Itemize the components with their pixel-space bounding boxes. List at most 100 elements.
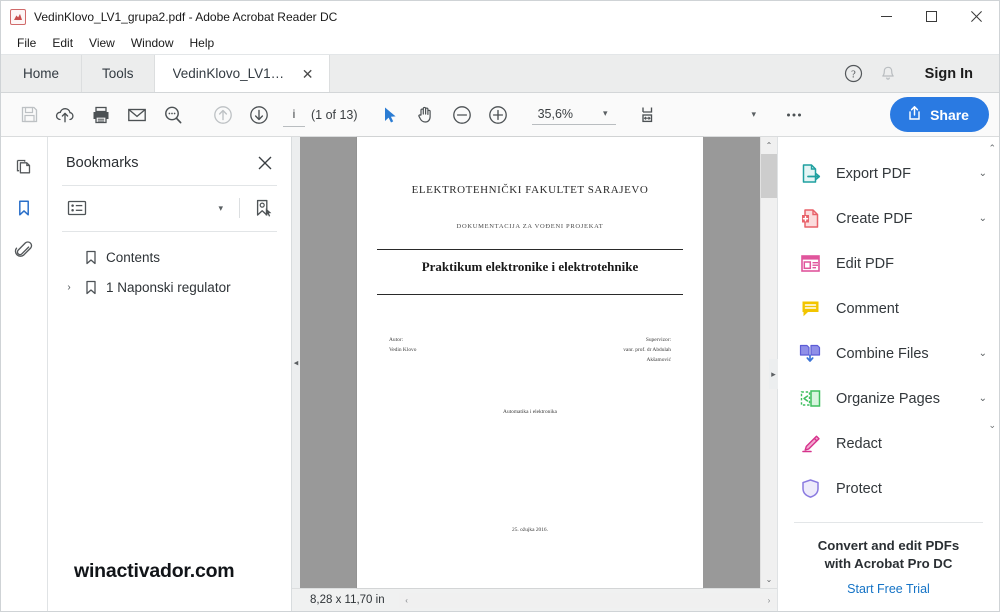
- tab-document[interactable]: VedinKlovo_LV1_gr... ✕: [154, 55, 330, 92]
- page-number-input[interactable]: i: [283, 103, 305, 127]
- export-pdf-icon: [798, 162, 822, 186]
- tab-bar: Home Tools VedinKlovo_LV1_gr... ✕ ? Sign…: [1, 55, 999, 93]
- zoom-out-icon[interactable]: [444, 97, 480, 133]
- help-circle-icon[interactable]: ?: [839, 59, 869, 89]
- pdf-university-heading: ELEKTROTEHNIČKI FAKULTET SARAJEVO: [411, 184, 649, 196]
- tab-close-icon[interactable]: ✕: [299, 65, 317, 83]
- attachment-paperclip-icon[interactable]: [7, 233, 41, 267]
- scroll-left-icon[interactable]: ‹: [399, 593, 415, 608]
- collapse-right-panel-icon[interactable]: ▸: [769, 359, 778, 389]
- page-navigation-group: i (1 of 13): [283, 103, 358, 127]
- tool-comment[interactable]: Comment: [778, 286, 999, 331]
- tools-panel-scroll-down-icon[interactable]: ⌄: [988, 420, 996, 431]
- hand-icon[interactable]: [408, 97, 444, 133]
- scroll-up-icon[interactable]: ⌃: [761, 137, 778, 154]
- bookmarks-toolbar-divider: [239, 198, 240, 218]
- redact-icon: [798, 432, 822, 456]
- share-button-label: Share: [930, 106, 969, 123]
- arrow-up-icon[interactable]: [205, 97, 241, 133]
- zoom-level-combobox[interactable]: 35,6% ▾: [531, 105, 616, 125]
- pdf-department: Automatika i elektronika: [503, 409, 557, 415]
- start-free-trial-link[interactable]: Start Free Trial: [796, 582, 981, 596]
- bookmarks-header: Bookmarks: [48, 137, 291, 185]
- more-options-icon[interactable]: [776, 97, 812, 133]
- tool-combine-files-chevron-down-icon[interactable]: ⌄: [979, 348, 987, 359]
- tool-organize-pages[interactable]: Organize Pages ⌄: [778, 376, 999, 421]
- tool-export-pdf-label: Export PDF: [836, 165, 911, 182]
- bookmark-icon[interactable]: [7, 191, 41, 225]
- bookmark-item-icon: [84, 250, 98, 265]
- tools-panel-scroll-up-icon[interactable]: ⌃: [988, 143, 996, 154]
- list-options-icon[interactable]: [64, 194, 90, 222]
- zoom-chevron-down-icon[interactable]: ▾: [597, 108, 614, 119]
- email-icon[interactable]: [119, 97, 155, 133]
- pdf-people-block: Autor: Vedin Klovo Supervizor: vanr. pro…: [389, 335, 671, 365]
- tools-panel: ▸ ⌃ ⌄ Export PDF ⌄ Create PDF ⌄ Edit PDF…: [769, 137, 999, 611]
- fit-page-chevron-down-icon[interactable]: ▾: [746, 109, 763, 120]
- save-icon[interactable]: [11, 97, 47, 133]
- main-toolbar: i (1 of 13) 35,6% ▾ ▾ Share: [1, 93, 999, 137]
- promo-line-1: Convert and edit PDFs: [817, 538, 960, 553]
- tab-home[interactable]: Home: [1, 55, 83, 92]
- tab-tools-label: Tools: [102, 66, 134, 81]
- tool-combine-files-label: Combine Files: [836, 345, 929, 362]
- share-upload-icon: [907, 105, 922, 124]
- tool-export-pdf[interactable]: Export PDF ⌄: [778, 151, 999, 196]
- tool-create-pdf-label: Create PDF: [836, 210, 913, 227]
- document-horizontal-scrollbar[interactable]: ‹ ›: [398, 592, 777, 608]
- scroll-right-icon[interactable]: ›: [761, 593, 777, 608]
- workspace: Bookmarks ▾ Contents › 1 Naponski regula…: [1, 137, 999, 611]
- tool-export-pdf-chevron-down-icon[interactable]: ⌄: [979, 168, 987, 179]
- menu-file[interactable]: File: [9, 33, 44, 53]
- pdf-date: 25. ožujka 2016.: [512, 527, 548, 533]
- cursor-arrow-icon[interactable]: [372, 97, 408, 133]
- maximize-button[interactable]: [909, 1, 954, 32]
- tab-document-label: VedinKlovo_LV1_gr...: [172, 66, 289, 81]
- tab-tools[interactable]: Tools: [82, 55, 155, 92]
- chevron-right-icon[interactable]: ›: [62, 282, 76, 293]
- bookmark-item-naponski-regulator[interactable]: › 1 Naponski regulator: [48, 272, 291, 302]
- share-button[interactable]: Share: [890, 97, 989, 132]
- sign-in-button[interactable]: Sign In: [913, 62, 985, 86]
- pdf-page[interactable]: ELEKTROTEHNIČKI FAKULTET SARAJEVO DOKUME…: [357, 137, 703, 588]
- tool-edit-pdf-label: Edit PDF: [836, 255, 895, 272]
- bookmark-item-contents[interactable]: Contents: [48, 242, 291, 272]
- menu-window[interactable]: Window: [123, 33, 182, 53]
- arrow-down-icon[interactable]: [241, 97, 277, 133]
- zoom-in-icon[interactable]: [480, 97, 516, 133]
- pdf-subtitle: DOKUMENTACIJA ZA VOĐENI PROJEKAT: [456, 223, 604, 230]
- pdf-supervisor-name-line2: Akšamović: [646, 357, 671, 363]
- left-panel-collapse-strip[interactable]: ◂: [292, 137, 300, 588]
- bookmarks-options-chevron-down-icon[interactable]: ▾: [212, 203, 229, 214]
- menu-view[interactable]: View: [81, 33, 123, 53]
- tab-home-label: Home: [23, 66, 60, 81]
- tool-protect[interactable]: Protect: [778, 466, 999, 511]
- bookmarks-close-icon[interactable]: [253, 151, 277, 175]
- tool-combine-files[interactable]: Combine Files ⌄: [778, 331, 999, 376]
- tool-edit-pdf[interactable]: Edit PDF: [778, 241, 999, 286]
- page-thumbnails-icon[interactable]: [7, 149, 41, 183]
- menu-edit[interactable]: Edit: [44, 33, 81, 53]
- navigation-rail: [1, 137, 48, 611]
- cloud-upload-icon[interactable]: [47, 97, 83, 133]
- search-icon[interactable]: [155, 97, 191, 133]
- collapse-left-panel-icon[interactable]: ◂: [292, 357, 300, 368]
- tool-create-pdf[interactable]: Create PDF ⌄: [778, 196, 999, 241]
- minimize-button[interactable]: [864, 1, 909, 32]
- tool-organize-pages-chevron-down-icon[interactable]: ⌄: [979, 393, 987, 404]
- pdf-page-content: ELEKTROTEHNIČKI FAKULTET SARAJEVO DOKUME…: [357, 137, 703, 533]
- pdf-rule-top: [377, 249, 683, 250]
- tool-create-pdf-chevron-down-icon[interactable]: ⌄: [979, 213, 987, 224]
- scroll-down-icon[interactable]: ⌄: [761, 571, 778, 588]
- print-icon[interactable]: [83, 97, 119, 133]
- new-bookmark-icon[interactable]: [250, 194, 277, 222]
- promo-line-2: with Acrobat Pro DC: [824, 556, 953, 572]
- menu-help[interactable]: Help: [182, 33, 223, 53]
- fit-page-icon[interactable]: [632, 97, 668, 133]
- notification-bell-icon[interactable]: [873, 59, 903, 89]
- tool-redact[interactable]: Redact: [778, 421, 999, 466]
- vertical-scroll-thumb[interactable]: [760, 154, 778, 198]
- close-button[interactable]: [954, 1, 999, 32]
- pdf-rule-bottom: [377, 294, 683, 295]
- page-gutter-right: [703, 137, 760, 588]
